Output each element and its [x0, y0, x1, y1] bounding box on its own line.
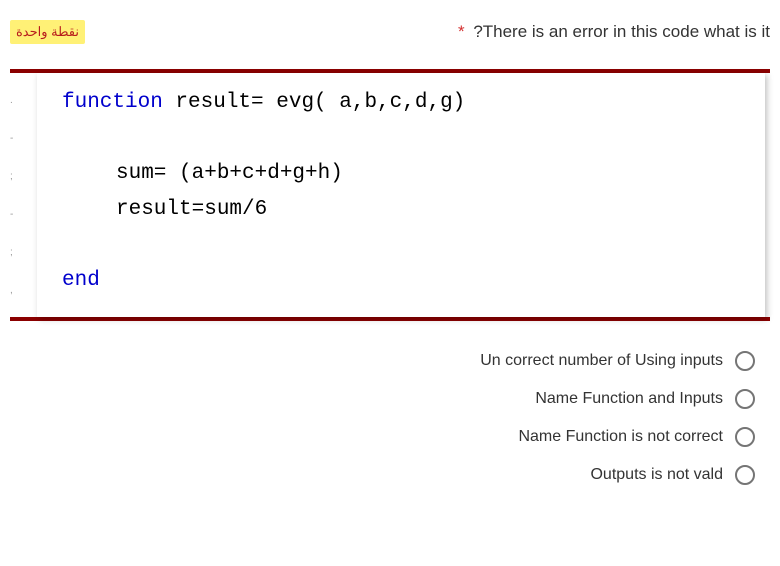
- keyword-end: end: [62, 263, 745, 299]
- gutter-dots: .-;-;,: [10, 73, 22, 317]
- code-block: function result= evg( a,b,c,d,g) sum= (a…: [37, 73, 765, 317]
- keyword-function: function: [62, 91, 175, 114]
- question-header: نقطة واحدة * ?There is an error in this …: [10, 20, 770, 44]
- radio-icon: [735, 351, 755, 371]
- option-4[interactable]: Outputs is not vald: [590, 465, 755, 485]
- code-blank-line: [62, 228, 745, 264]
- radio-icon: [735, 465, 755, 485]
- code-line-3: result=sum/6: [62, 192, 745, 228]
- radio-icon: [735, 427, 755, 447]
- points-badge: نقطة واحدة: [10, 20, 85, 44]
- option-2[interactable]: Name Function and Inputs: [535, 389, 755, 409]
- option-label: Un correct number of Using inputs: [480, 352, 723, 370]
- code-container: .-;-;, function result= evg( a,b,c,d,g) …: [10, 69, 770, 321]
- code-blank-line: [62, 121, 745, 157]
- code-line-2: sum= (a+b+c+d+g+h): [62, 156, 745, 192]
- required-asterisk: *: [458, 22, 465, 41]
- option-label: Name Function is not correct: [518, 428, 723, 446]
- option-3[interactable]: Name Function is not correct: [518, 427, 755, 447]
- option-label: Name Function and Inputs: [535, 390, 723, 408]
- option-1[interactable]: Un correct number of Using inputs: [480, 351, 755, 371]
- question-title: * ?There is an error in this code what i…: [458, 22, 770, 42]
- options-list: Un correct number of Using inputs Name F…: [10, 351, 770, 485]
- code-line-1: function result= evg( a,b,c,d,g): [62, 85, 745, 121]
- option-label: Outputs is not vald: [590, 466, 723, 484]
- question-text: ?There is an error in this code what is …: [473, 22, 770, 41]
- radio-icon: [735, 389, 755, 409]
- code-text: result= evg( a,b,c,d,g): [175, 91, 465, 114]
